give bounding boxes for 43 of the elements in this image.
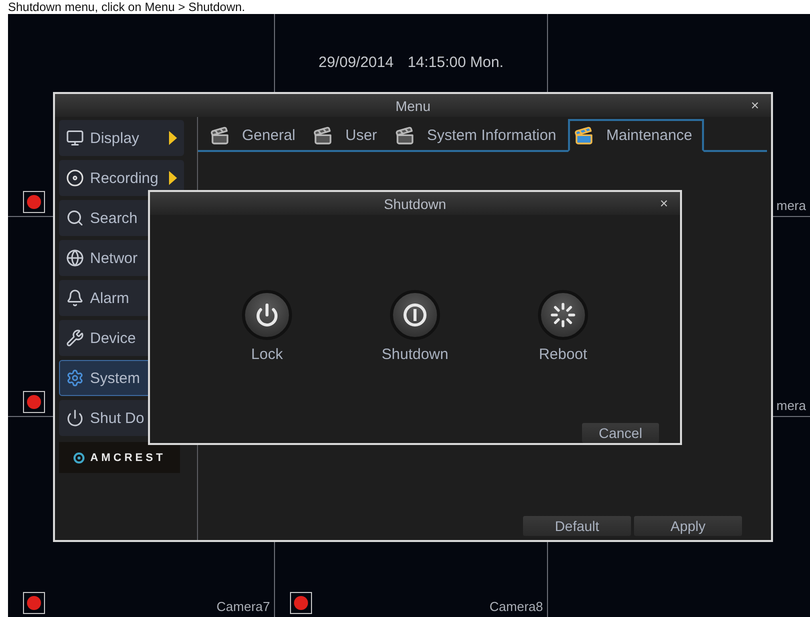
round-button[interactable] xyxy=(390,290,440,340)
camera-label: Camera7 xyxy=(216,599,270,614)
power-icon xyxy=(255,303,279,327)
clapperboard-icon xyxy=(395,126,416,146)
footer-button[interactable]: Default xyxy=(523,516,631,536)
action-label: Shutdown xyxy=(382,346,448,363)
caption-text: Shutdown menu, click on Menu > Shutdown. xyxy=(7,0,246,14)
power-icon xyxy=(66,409,84,427)
tab[interactable]: Maintenance xyxy=(568,119,704,152)
close-button[interactable]: × xyxy=(658,195,670,211)
round-button[interactable] xyxy=(242,290,292,340)
tab[interactable]: User xyxy=(307,119,390,152)
clapperboard-icon xyxy=(574,126,594,146)
clapperboard-icon xyxy=(210,126,230,146)
spinner-icon xyxy=(550,302,576,328)
cancel-button[interactable]: Cancel xyxy=(582,423,659,443)
osd-time: 14:15:00 Mon. xyxy=(408,54,504,71)
wrench-icon xyxy=(66,329,84,347)
camera-label: mera xyxy=(776,198,806,213)
action-label: Reboot xyxy=(538,346,588,363)
camera-label: Camera8 xyxy=(490,599,543,614)
logo-icon xyxy=(73,452,86,464)
round-button[interactable] xyxy=(538,290,588,340)
search-icon xyxy=(66,209,84,227)
action-label: Lock xyxy=(251,346,283,363)
sidebar-item[interactable]: Recording xyxy=(59,160,184,196)
clapperboard-icon xyxy=(313,126,334,146)
gear-icon xyxy=(66,369,84,387)
close-button[interactable]: × xyxy=(748,97,761,113)
monitor-icon xyxy=(66,129,84,147)
tab[interactable]: System Information xyxy=(389,119,568,152)
camera-label: mera xyxy=(776,398,806,413)
bell-icon xyxy=(66,289,84,307)
disc-icon xyxy=(66,169,84,187)
window-title: Menu xyxy=(395,98,431,114)
footer-button[interactable]: Apply xyxy=(634,516,742,536)
osd-date: 29/09/2014 xyxy=(318,54,394,71)
stop-icon xyxy=(402,302,428,328)
tab[interactable]: General xyxy=(204,119,308,152)
globe-icon xyxy=(66,249,84,267)
logo: AMCREST xyxy=(59,442,180,473)
dialog-title: Shutdown xyxy=(384,196,446,212)
sidebar-item[interactable]: Display xyxy=(59,120,184,156)
